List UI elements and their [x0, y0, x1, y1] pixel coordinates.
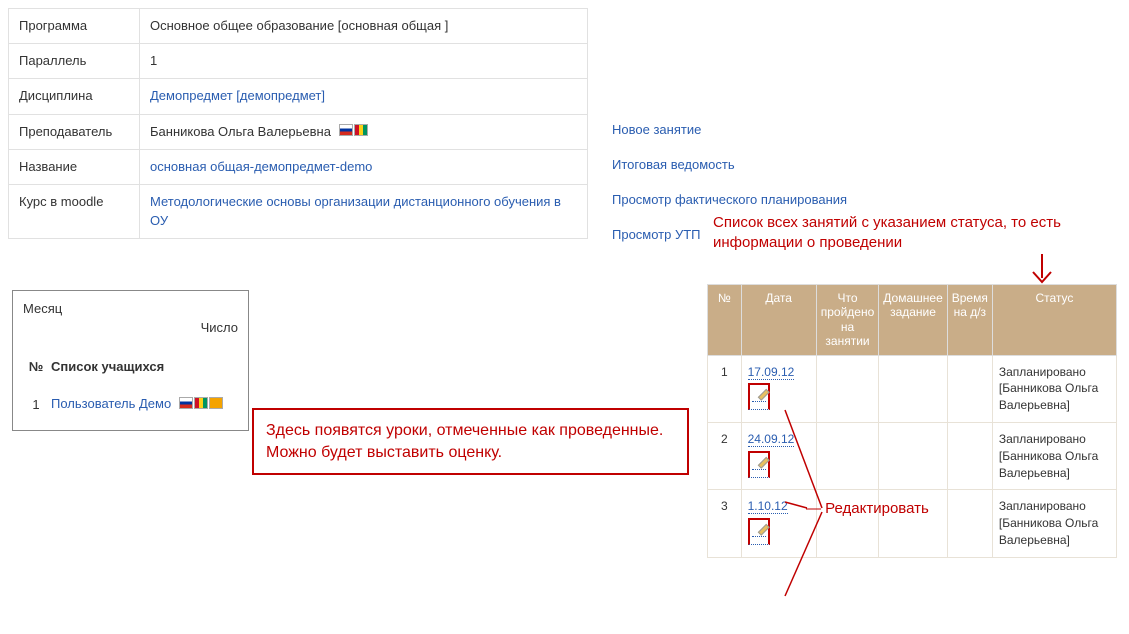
discipline-link[interactable]: Демопредмет [демопредмет]	[150, 88, 325, 103]
cell-num: 3	[708, 490, 742, 557]
parallel-label: Параллель	[9, 44, 140, 79]
flag-icon	[354, 124, 368, 136]
pencil-icon	[752, 387, 766, 402]
annotation-callout: Здесь появятся уроки, отмеченные как про…	[252, 408, 689, 475]
date-link[interactable]: 24.09.12	[748, 432, 795, 447]
month-label: Месяц	[23, 301, 238, 316]
col-num-header: №	[23, 355, 49, 378]
flag-icon	[179, 397, 193, 409]
cell-num: 1	[708, 355, 742, 422]
flag-icon	[209, 397, 223, 409]
table-row: 2 24.09.12 Запланировано [Банникова Ольг…	[708, 422, 1117, 489]
flag-icons	[179, 397, 224, 412]
program-label: Программа	[9, 9, 140, 44]
cell-status: Запланировано [Банникова Ольга Валерьевн…	[992, 355, 1116, 422]
moodle-label: Курс в moodle	[9, 185, 140, 238]
month-box: Месяц Число № Список учащихся 1 Пользова…	[12, 290, 249, 431]
col-hw: Домашнее задание	[879, 285, 947, 356]
col-num: №	[708, 285, 742, 356]
cell-status: Запланировано [Банникова Ольга Валерьевн…	[992, 490, 1116, 557]
edit-button[interactable]	[748, 451, 770, 478]
arrow-down-icon	[1027, 254, 1057, 288]
annotation-edit: — Редактировать	[806, 500, 929, 517]
view-utp-link[interactable]: Просмотр УТП	[612, 227, 701, 242]
annotation-status: Список всех занятий с указанием статуса,…	[713, 213, 1113, 252]
discipline-label: Дисциплина	[9, 79, 140, 114]
cell-status: Запланировано [Банникова Ольга Валерьевн…	[992, 422, 1116, 489]
teacher-label: Преподаватель	[9, 114, 140, 150]
parallel-value: 1	[140, 44, 588, 79]
cell-num: 2	[708, 422, 742, 489]
col-hw-time: Время на д/з	[947, 285, 992, 356]
pencil-icon	[752, 455, 766, 470]
flag-icons	[339, 123, 369, 141]
student-row: 1 Пользователь Демо	[23, 378, 238, 416]
teacher-value: Банникова Ольга Валерьевна	[150, 124, 331, 139]
final-sheet-link[interactable]: Итоговая ведомость	[612, 157, 735, 172]
moodle-link[interactable]: Методологические основы организации дист…	[150, 194, 561, 227]
view-actual-link[interactable]: Просмотр фактического планирования	[612, 192, 847, 207]
col-status: Статус	[992, 285, 1116, 356]
pencil-icon	[752, 522, 766, 537]
col-date: Дата	[741, 285, 816, 356]
student-link[interactable]: Пользователь Демо	[51, 396, 171, 411]
edit-button[interactable]	[748, 383, 770, 410]
col-done: Что пройдено на занятии	[816, 285, 879, 356]
student-num: 1	[23, 378, 49, 416]
table-row: 1 17.09.12 Запланировано [Банникова Ольг…	[708, 355, 1117, 422]
name-link[interactable]: основная общая-демопредмет-demo	[150, 159, 372, 174]
flag-icon	[339, 124, 353, 136]
new-lesson-link[interactable]: Новое занятие	[612, 122, 701, 137]
col-list-header: Список учащихся	[49, 355, 238, 378]
name-label: Название	[9, 150, 140, 185]
flag-icon	[194, 397, 208, 409]
program-value: Основное общее образование [основная общ…	[140, 9, 588, 44]
number-label: Число	[23, 320, 238, 335]
date-link[interactable]: 1.10.12	[748, 499, 788, 514]
info-table: Программа Основное общее образование [ос…	[8, 8, 588, 239]
date-link[interactable]: 17.09.12	[748, 365, 795, 380]
edit-button[interactable]	[748, 518, 770, 545]
